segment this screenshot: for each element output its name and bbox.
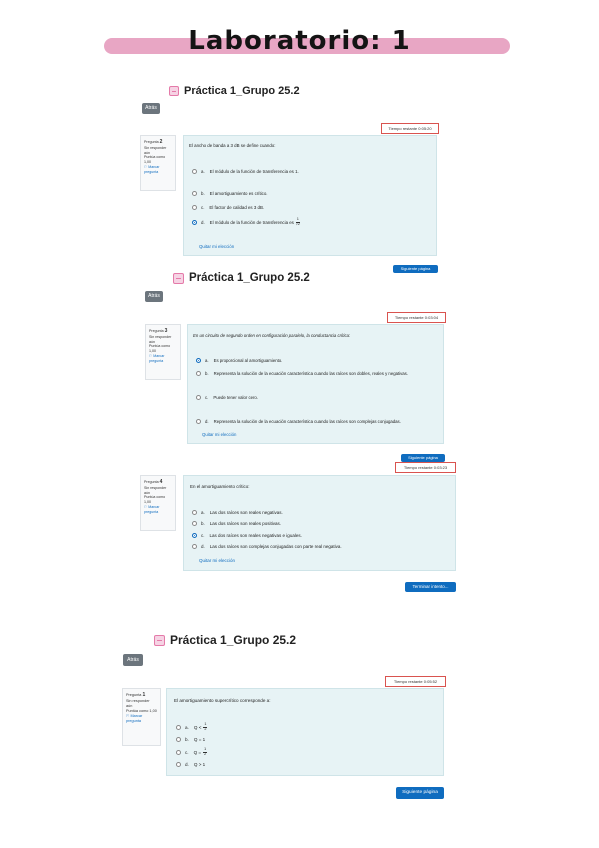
time-remaining: Tiempo restante 0:05:20 (381, 123, 439, 134)
question-score: Puntúa como 1,00 (144, 155, 166, 165)
answer-option[interactable]: b. Representa la solución de la ecuación … (196, 371, 408, 376)
fraction: 12 (203, 747, 208, 756)
question-panel: El ancho de banda a 3 dB se define cuand… (183, 135, 437, 256)
section-title: Práctica 1_Grupo 25.2 (154, 633, 296, 647)
back-button[interactable]: Atrás (145, 291, 163, 302)
question-status: Sin responder aún (126, 698, 150, 708)
radio-button[interactable] (176, 749, 181, 755)
radio-button[interactable] (176, 737, 181, 742)
next-page-button[interactable]: Siguiente página (401, 454, 445, 462)
radio-button[interactable] (196, 419, 201, 424)
flag-question-link[interactable]: ⚐ Marcar pregunta (144, 165, 172, 175)
answer-option[interactable]: a. El módulo de la función de transferenc… (192, 169, 299, 174)
radio-button-selected[interactable] (192, 219, 197, 225)
radio-button[interactable] (176, 724, 181, 730)
radio-button[interactable] (192, 521, 197, 526)
answer-option[interactable]: d. Q > 1 (176, 762, 205, 767)
answer-option[interactable]: c. Q = 12 (176, 747, 208, 756)
clear-choice-link[interactable]: Quitar mi elección (199, 558, 235, 563)
clear-choice-link[interactable]: Quitar mi elección (199, 244, 234, 249)
question-panel: En el amortiguamiento crítico: a. Las dos… (183, 475, 456, 571)
question-text: En el amortiguamiento crítico: (190, 484, 250, 489)
section-title: Práctica 1_Grupo 25.2 (173, 272, 310, 284)
question-text: En un circuito de segundo orden en confi… (193, 333, 351, 338)
question-info-card: Pregunta 2 Sin responder aún Puntúa como… (140, 135, 176, 191)
fraction: 1 √2 (295, 217, 300, 226)
question-info-card: Pregunta 3 Sin responder aún Puntúa como… (145, 324, 181, 380)
answer-option[interactable]: c. Las dos raíces son reales negativas e … (192, 533, 302, 538)
radio-button[interactable] (196, 371, 201, 376)
answer-option[interactable]: c. Puede tener valor cero. (196, 395, 258, 400)
flag-question-link[interactable]: ⚐ Marcar pregunta (126, 714, 157, 724)
finish-attempt-button[interactable]: Terminar intento... (405, 582, 456, 592)
question-number: Pregunta 2 (144, 139, 163, 145)
answer-option[interactable]: c. El factor de calidad es 3 dB. (192, 205, 264, 210)
section-title: Práctica 1_Grupo 25.2 (169, 85, 300, 97)
radio-button-selected[interactable] (196, 358, 201, 363)
question-number: Pregunta 3 (149, 328, 168, 334)
flag-icon: ⚐ (144, 165, 148, 170)
radio-button[interactable] (192, 510, 197, 515)
flag-question-link[interactable]: ⚐ Marcar pregunta (144, 505, 172, 515)
question-status: Sin responder aún (149, 334, 172, 344)
time-remaining: Tiempo restante 0:03:04 (387, 312, 446, 323)
question-panel: En un circuito de segundo orden en confi… (187, 324, 444, 444)
question-score: Puntúa como 1,00 (144, 495, 166, 505)
answer-option[interactable]: d. Representa la solución de la ecuación … (196, 419, 401, 424)
radio-button[interactable] (192, 205, 197, 210)
flag-icon: ⚐ (144, 505, 148, 510)
question-status: Sin responder aún (144, 485, 167, 495)
answer-option[interactable]: a. Las dos raíces son reales negativas. (192, 510, 283, 515)
question-text: El amortiguamiento supercrítico correspo… (174, 698, 271, 703)
question-panel: El amortiguamiento supercrítico correspo… (166, 688, 444, 776)
back-button[interactable]: Atrás (123, 654, 143, 666)
radio-button-selected[interactable] (192, 533, 197, 538)
flag-icon: ⚐ (126, 714, 130, 719)
quiz-icon (154, 634, 165, 646)
question-score: Puntúa como 1,00 (149, 344, 171, 354)
answer-option[interactable]: b. Q = 1 (176, 737, 205, 742)
radio-button[interactable] (176, 762, 181, 767)
flag-question-link[interactable]: ⚐ Marcar pregunta (149, 354, 177, 364)
radio-button[interactable] (192, 191, 197, 196)
next-page-button[interactable]: Siguiente página (396, 787, 444, 799)
flag-icon: ⚐ (149, 354, 153, 359)
radio-button[interactable] (192, 169, 197, 174)
time-remaining: Tiempo restante 0:05:52 (385, 676, 446, 687)
answer-option[interactable]: b. Las dos raíces son reales positivas. (192, 521, 281, 526)
question-status: Sin responder aún (144, 145, 167, 155)
radio-button[interactable] (196, 395, 201, 400)
question-info-card: Pregunta 4 Sin responder aún Puntúa como… (140, 475, 176, 531)
question-number: Pregunta 4 (144, 479, 163, 485)
quiz-icon (169, 86, 179, 96)
answer-option[interactable]: d. El módulo de la función de transferenc… (192, 217, 300, 226)
quiz-icon (173, 272, 184, 284)
page-title: Laboratorio: 1 (188, 26, 411, 56)
answer-option[interactable]: b. El amortiguamiento es crítico. (192, 191, 268, 196)
answer-option[interactable]: d. Las dos raíces son complejas conjugada… (192, 544, 342, 549)
time-remaining: Tiempo restante 0:03:23 (395, 462, 456, 473)
answer-option[interactable]: a. Q < 12 (176, 722, 208, 731)
fraction: 12 (203, 722, 208, 731)
question-number: Pregunta 1 (126, 692, 146, 698)
answer-option[interactable]: a. Es proporcional al amortiguamiento. (196, 358, 282, 363)
question-info-card: Pregunta 1 Sin responder aún Puntúa como… (122, 688, 161, 746)
back-button[interactable]: Atrás (142, 103, 160, 114)
clear-choice-link[interactable]: Quitar mi elección (202, 432, 236, 437)
next-page-button[interactable]: Siguiente página (393, 265, 438, 273)
radio-button[interactable] (192, 544, 197, 549)
question-text: El ancho de banda a 3 dB se define cuand… (189, 143, 276, 148)
